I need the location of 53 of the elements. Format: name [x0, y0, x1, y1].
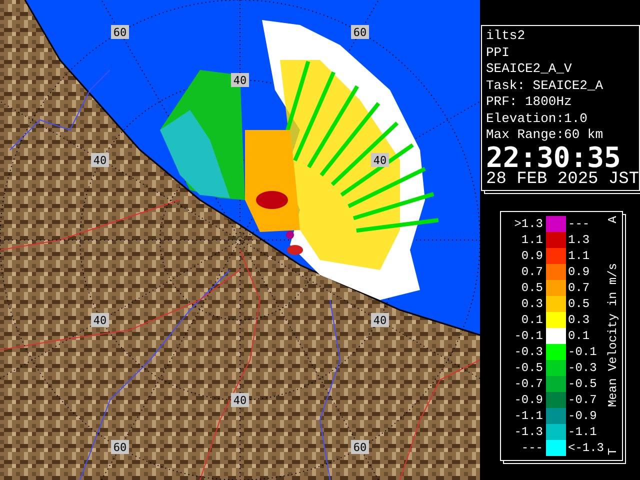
legend-label: --- — [567, 216, 591, 230]
legend-label: -0.9 — [567, 408, 598, 422]
range-label: 60 — [351, 25, 369, 39]
legend-label: -0.1 — [567, 344, 598, 358]
info-text: PRF: 1800Hz — [486, 94, 573, 110]
legend-label: <-1.3 — [567, 440, 606, 454]
legend-label: 1.1 — [520, 232, 544, 246]
range-label: 60 — [111, 440, 129, 454]
range-label: 40 — [91, 153, 109, 167]
time-text: 22:30:35 — [486, 144, 621, 170]
range-label: 40 — [371, 153, 389, 167]
legend-label: 0.5 — [567, 296, 591, 310]
legend-label: 0.3 — [567, 312, 591, 326]
legend-label: 0.1 — [567, 328, 591, 342]
legend-label: -0.5 — [513, 360, 544, 374]
legend-label: 0.3 — [520, 296, 544, 310]
legend-mark: T — [606, 448, 620, 456]
legend-label: -1.1 — [513, 408, 544, 422]
range-label: 40 — [371, 313, 389, 327]
legend-label: 1.3 — [567, 232, 591, 246]
date-text: 28 FEB 2025 JST — [486, 170, 636, 188]
range-label: 60 — [351, 440, 369, 454]
legend-title: Mean Velocity in m/s — [606, 263, 620, 408]
info-text: Max Range:60 km — [486, 127, 604, 144]
legend-label: -0.7 — [513, 376, 544, 390]
legend-label: --- — [520, 440, 544, 454]
info-text: Elevation:1.0 — [486, 110, 588, 127]
legend-label: -0.3 — [567, 360, 598, 374]
info-text: SEAICE2_A_V — [486, 61, 573, 78]
legend-label: -0.7 — [567, 392, 598, 406]
legend-label: -0.3 — [513, 344, 544, 358]
range-label: 60 — [111, 25, 129, 39]
legend-label: 1.1 — [567, 248, 591, 262]
legend-label: 0.9 — [567, 264, 591, 278]
legend-label: -0.1 — [513, 328, 544, 342]
storm-core-drawing — [256, 191, 303, 255]
legend-label: -1.1 — [567, 424, 598, 438]
legend-label: -0.9 — [513, 392, 544, 406]
info-text: ilts2 — [486, 28, 526, 44]
legend-label: 0.1 — [520, 312, 544, 326]
legend-label: >1.3 — [513, 216, 544, 230]
legend-label: -1.3 — [513, 424, 544, 438]
legend-label: 0.7 — [520, 264, 544, 278]
legend-label: 0.5 — [520, 280, 544, 294]
range-label: 40 — [231, 393, 249, 407]
legend-mark: A — [606, 216, 620, 223]
info-text: Task: SEAICE2_A — [486, 78, 604, 94]
legend-label: 0.9 — [520, 248, 544, 262]
range-label: 40 — [231, 73, 249, 87]
range-label: 40 — [91, 313, 109, 327]
info-text: PPI — [486, 44, 510, 61]
legend-label: 0.7 — [567, 280, 591, 294]
legend-label: -0.5 — [567, 376, 598, 390]
